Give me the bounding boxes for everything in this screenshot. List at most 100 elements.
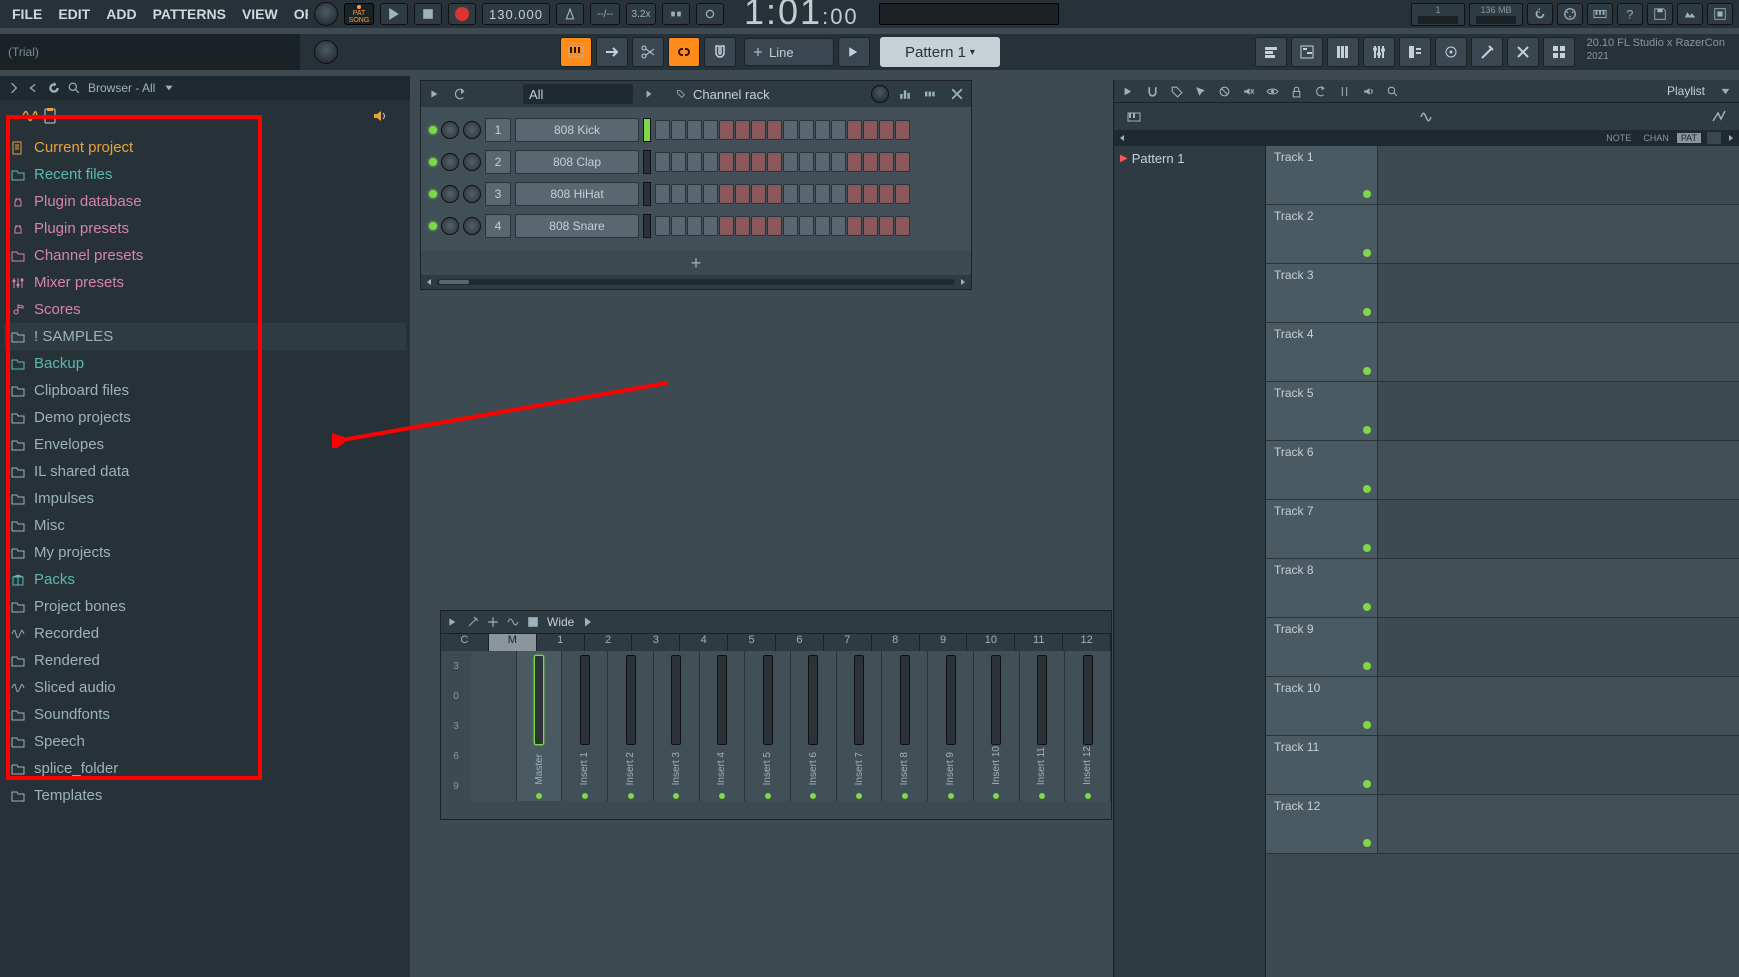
- step-cell[interactable]: [687, 152, 702, 172]
- channel-mute[interactable]: [429, 222, 437, 230]
- channel-vol-knob[interactable]: [463, 217, 481, 235]
- mixer-fader[interactable]: [580, 655, 590, 745]
- snap-link-icon[interactable]: [668, 37, 700, 67]
- step-cell[interactable]: [879, 216, 894, 236]
- step-cell[interactable]: [767, 120, 782, 140]
- mixer-channel[interactable]: Insert 3: [654, 651, 700, 801]
- pl-mute-icon[interactable]: [1238, 82, 1258, 100]
- pl-tool-wave-icon[interactable]: [1411, 106, 1443, 128]
- master-pitch-knob[interactable]: [314, 40, 338, 64]
- browser-item[interactable]: Mixer presets: [4, 269, 406, 296]
- step-cell[interactable]: [767, 184, 782, 204]
- step-cell[interactable]: [671, 152, 686, 172]
- record-button[interactable]: [448, 3, 476, 25]
- playlist-track-header[interactable]: Track 5: [1266, 382, 1378, 440]
- track-enable-dot[interactable]: [1363, 662, 1371, 670]
- playlist-track-lane[interactable]: [1378, 795, 1739, 853]
- mixer-header-cell[interactable]: 6: [776, 634, 824, 651]
- plugin-picker-icon[interactable]: [1435, 37, 1467, 67]
- step-cell[interactable]: [895, 184, 910, 204]
- pl-eye-icon[interactable]: [1262, 82, 1282, 100]
- step-cell[interactable]: [815, 216, 830, 236]
- mixer-fader[interactable]: [763, 655, 773, 745]
- channel-number[interactable]: 4: [485, 214, 511, 238]
- mixer-header-cell[interactable]: 8: [872, 634, 920, 651]
- browser-clip-icon[interactable]: [40, 106, 60, 126]
- track-enable-dot[interactable]: [1363, 839, 1371, 847]
- step-cell[interactable]: [655, 216, 670, 236]
- step-cell[interactable]: [879, 152, 894, 172]
- step-cell[interactable]: [751, 184, 766, 204]
- mixer-enable-dot[interactable]: [719, 793, 725, 799]
- step-cell[interactable]: [863, 120, 878, 140]
- mixer-channel[interactable]: Insert 5: [745, 651, 791, 801]
- playlist-track-header[interactable]: Track 8: [1266, 559, 1378, 617]
- playlist-track-header[interactable]: Track 11: [1266, 736, 1378, 794]
- playlist-track-header[interactable]: Track 7: [1266, 500, 1378, 558]
- step-cell[interactable]: [895, 216, 910, 236]
- channel-pan-knob[interactable]: [441, 153, 459, 171]
- browser-speaker-icon[interactable]: [370, 106, 390, 126]
- pl-tool-keyboard-icon[interactable]: [1118, 106, 1150, 128]
- menu-view[interactable]: VIEW: [234, 6, 286, 22]
- master-volume-knob[interactable]: [314, 2, 338, 26]
- step-cell[interactable]: [655, 184, 670, 204]
- channel-vol-knob[interactable]: [463, 153, 481, 171]
- mixer-fader[interactable]: [854, 655, 864, 745]
- mixer-header-cell[interactable]: 1: [537, 634, 585, 651]
- pl-magnet-icon[interactable]: [1142, 82, 1162, 100]
- channel-vol-knob[interactable]: [463, 185, 481, 203]
- step-cell[interactable]: [799, 152, 814, 172]
- channel-pan-knob[interactable]: [441, 185, 459, 203]
- channel-name[interactable]: 808 Kick: [515, 118, 639, 142]
- browser-window-icon[interactable]: [1399, 37, 1431, 67]
- step-cell[interactable]: [703, 120, 718, 140]
- mx-plus-icon[interactable]: [487, 616, 499, 628]
- step-cell[interactable]: [783, 184, 798, 204]
- menu-edit[interactable]: EDIT: [50, 6, 98, 22]
- pl-sound-icon[interactable]: [1358, 82, 1378, 100]
- mixer-channel[interactable]: Insert 2: [608, 651, 654, 801]
- playlist-window-icon[interactable]: [1255, 37, 1287, 67]
- channel-name[interactable]: 808 HiHat: [515, 182, 639, 206]
- playlist-track-lane[interactable]: [1378, 677, 1739, 735]
- piano-roll-window-icon[interactable]: [1291, 37, 1323, 67]
- mixer-header-cell[interactable]: 7: [824, 634, 872, 651]
- mixer-header-cell[interactable]: 11: [1015, 634, 1063, 651]
- playlist-track-header[interactable]: Track 9: [1266, 618, 1378, 676]
- browser-item[interactable]: splice_folder: [4, 755, 406, 782]
- browser-item[interactable]: Scores: [4, 296, 406, 323]
- browser-item[interactable]: Channel presets: [4, 242, 406, 269]
- keyboard-icon[interactable]: [1587, 3, 1613, 25]
- help-icon[interactable]: ?: [1617, 3, 1643, 25]
- mixer-header-cell[interactable]: M: [489, 634, 537, 651]
- mixer-fader[interactable]: [717, 655, 727, 745]
- mixer-enable-dot[interactable]: [902, 793, 908, 799]
- mixer-enable-dot[interactable]: [1085, 793, 1091, 799]
- mixer-channel[interactable]: Insert 6: [791, 651, 837, 801]
- pattern-selector[interactable]: Pattern 1▾: [880, 37, 1000, 67]
- step-cell[interactable]: [751, 152, 766, 172]
- mixer-header-cell[interactable]: 2: [585, 634, 633, 651]
- cr-close-icon[interactable]: [947, 85, 967, 103]
- step-cell[interactable]: [831, 152, 846, 172]
- track-enable-dot[interactable]: [1363, 249, 1371, 257]
- cr-add-channel[interactable]: +: [421, 251, 971, 275]
- midi-settings-icon[interactable]: [1557, 3, 1583, 25]
- browser-item[interactable]: Envelopes: [4, 431, 406, 458]
- playlist-track-lane[interactable]: [1378, 323, 1739, 381]
- browser-item[interactable]: Sliced audio: [4, 674, 406, 701]
- channel-name[interactable]: 808 Clap: [515, 150, 639, 174]
- channel-number[interactable]: 1: [485, 118, 511, 142]
- channel-pan-knob[interactable]: [441, 121, 459, 139]
- track-enable-dot[interactable]: [1363, 603, 1371, 611]
- pl-dropdown-icon[interactable]: [1715, 82, 1735, 100]
- pl-undo-icon[interactable]: [1310, 82, 1330, 100]
- mixer-channel[interactable]: Insert 7: [837, 651, 883, 801]
- cr-filter-next-icon[interactable]: [639, 85, 659, 103]
- mx-wave-icon[interactable]: [507, 616, 519, 628]
- pl-tab-chan[interactable]: CHAN: [1639, 133, 1673, 143]
- mixer-enable-dot[interactable]: [948, 793, 954, 799]
- browser-item[interactable]: Speech: [4, 728, 406, 755]
- step-cell[interactable]: [751, 120, 766, 140]
